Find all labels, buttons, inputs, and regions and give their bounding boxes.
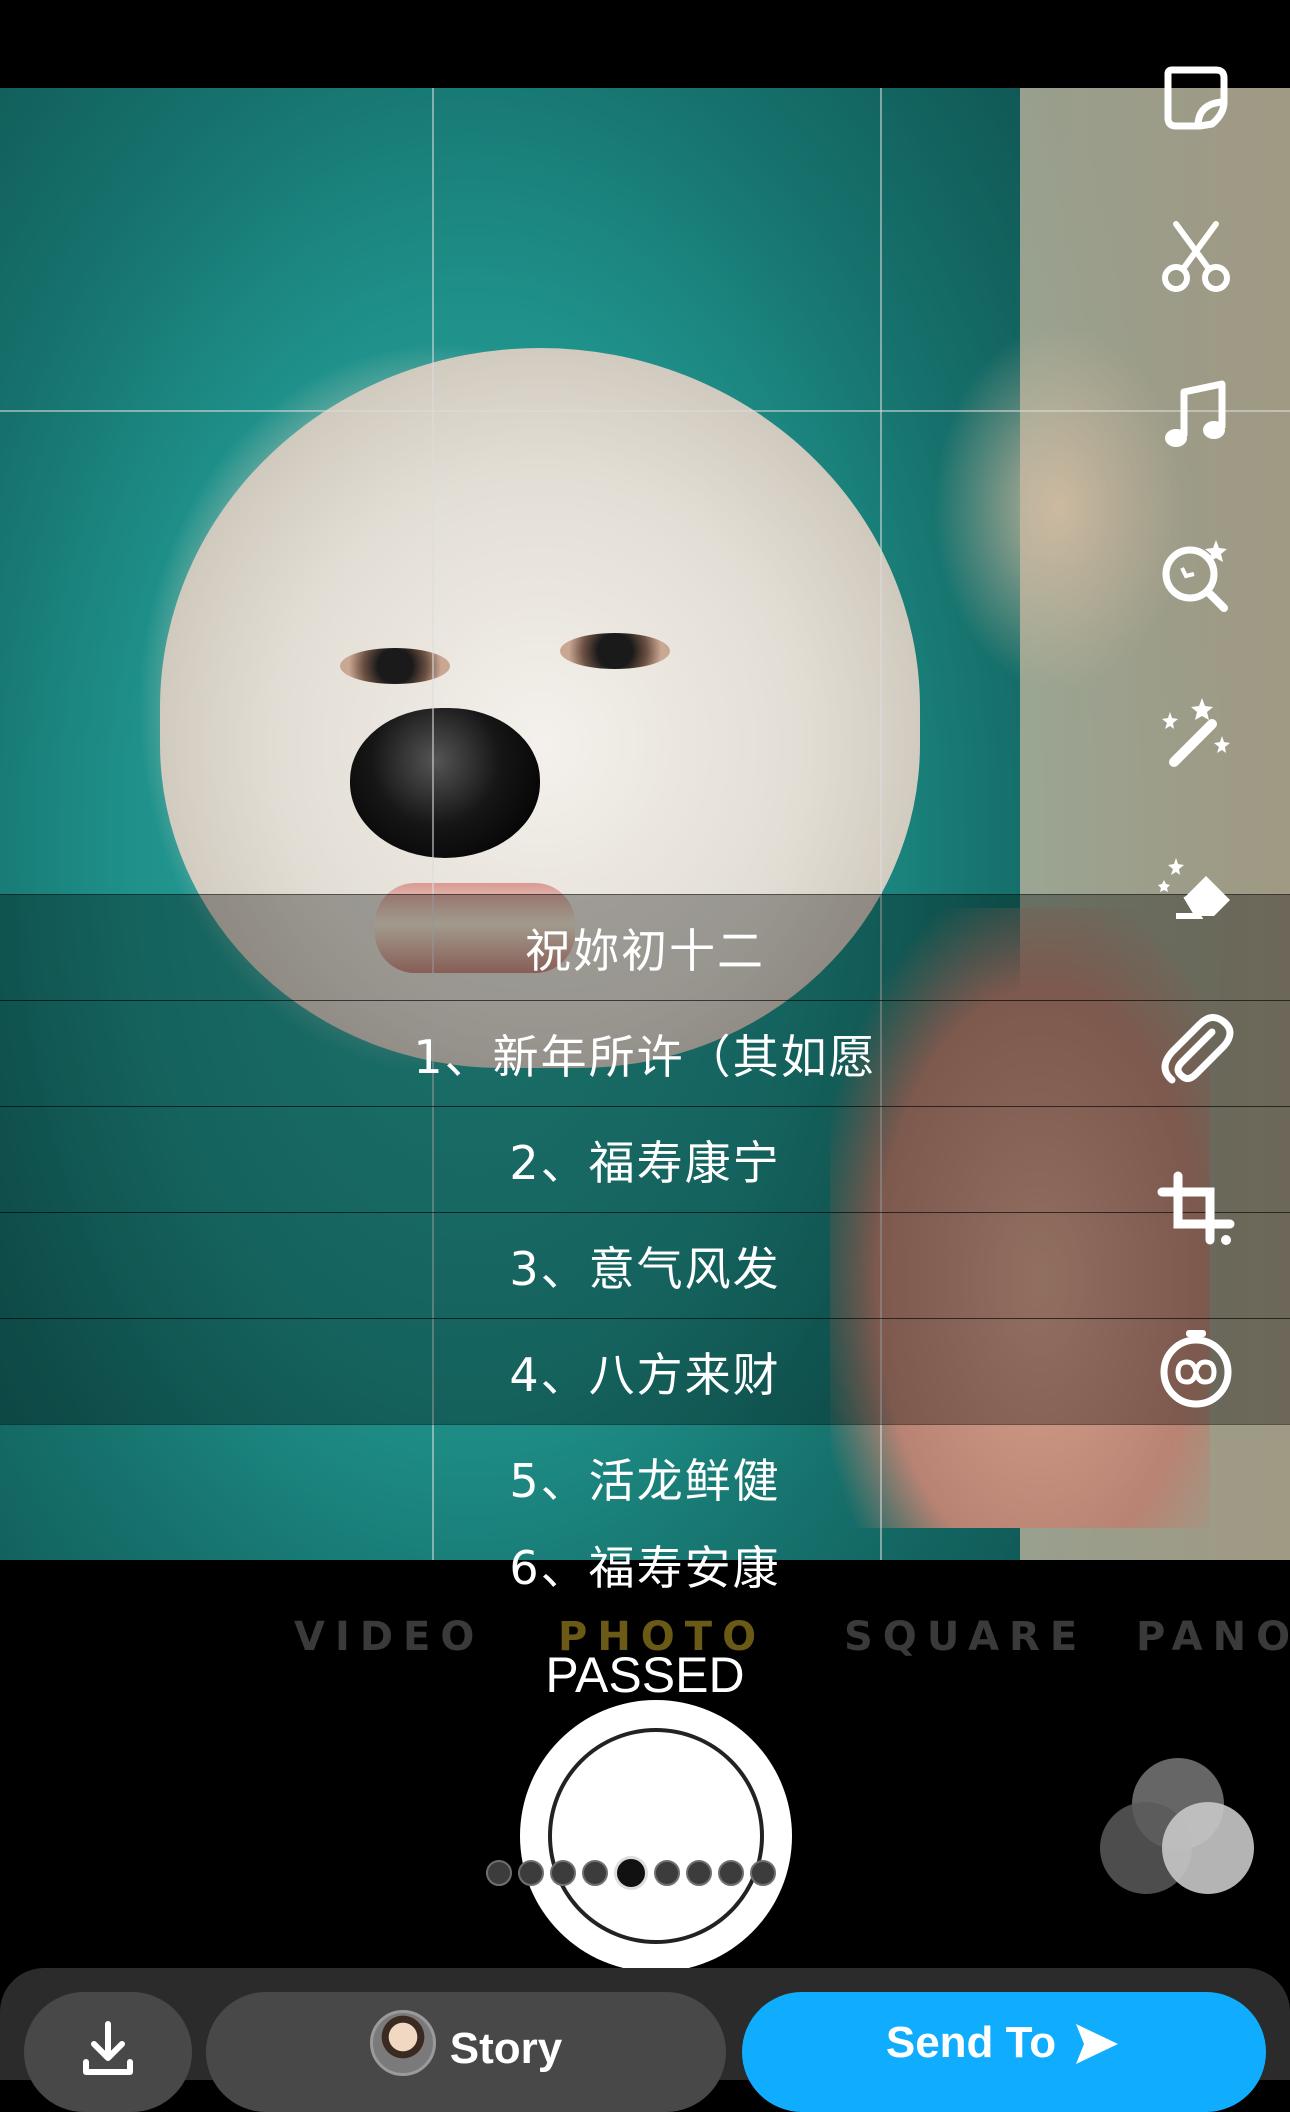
- caption-line[interactable]: 5、活龙鲜健: [0, 1424, 1290, 1531]
- caption-line[interactable]: 3、意气风发: [0, 1212, 1290, 1319]
- story-label: Story: [449, 2024, 563, 2073]
- carousel-dot: [686, 1860, 712, 1886]
- music-note-icon: [1165, 380, 1226, 447]
- carousel-dot: [750, 1860, 776, 1886]
- scissors-icon: [1162, 221, 1230, 292]
- crop-button[interactable]: [1150, 1164, 1242, 1256]
- paperclip-icon: [1161, 1014, 1234, 1084]
- caption-text: 1、新年所许（其如愿: [413, 1030, 877, 1084]
- caption-line[interactable]: 4、八方来财: [0, 1318, 1290, 1425]
- download-icon: [83, 2021, 133, 2075]
- caption-line[interactable]: 1、新年所许（其如愿: [0, 1000, 1290, 1107]
- caption-text: 5、活龙鲜健: [509, 1454, 781, 1508]
- timer-loop-icon: [1160, 1330, 1232, 1408]
- caption-text: 6、福寿安康: [509, 1541, 781, 1595]
- magic-wand-icon: [1162, 698, 1230, 767]
- dog-nose: [350, 708, 540, 858]
- scissors-button[interactable]: [1150, 212, 1242, 304]
- caption-text: 2、福寿康宁: [509, 1136, 781, 1190]
- avatar: [369, 2010, 436, 2076]
- lens-search-button[interactable]: [1150, 528, 1242, 620]
- filters-button[interactable]: [1100, 1758, 1256, 1898]
- carousel-dot: [654, 1860, 680, 1886]
- carousel-dot: [550, 1860, 576, 1886]
- caption-overlay[interactable]: 祝妳初十二 1、新年所许（其如愿 2、福寿康宁 3、意气风发 4、八方来财 5、…: [0, 894, 1290, 1595]
- music-button[interactable]: [1150, 370, 1242, 462]
- story-button[interactable]: Story: [206, 1992, 726, 2112]
- attach-link-button[interactable]: [1150, 1004, 1242, 1096]
- sticker-icon: [1164, 66, 1228, 130]
- carousel-dot: [486, 1860, 512, 1886]
- dog-right-eye: [560, 633, 670, 669]
- crop-icon: [1157, 1171, 1235, 1245]
- carousel-dot: [582, 1860, 608, 1886]
- caption-line[interactable]: 祝妳初十二: [0, 894, 1290, 1001]
- send-to-label: Send To: [885, 2018, 1057, 2067]
- carousel-dot-active: [614, 1856, 648, 1890]
- lens-search-icon: [1162, 540, 1228, 612]
- magic-eraser-icon: [1158, 858, 1230, 919]
- caption-line[interactable]: 2、福寿康宁: [0, 1106, 1290, 1213]
- timer-button[interactable]: [1150, 1322, 1242, 1414]
- capture-button[interactable]: [520, 1700, 792, 1972]
- caption-text: 祝妳初十二: [525, 924, 765, 978]
- capture-button-ring: [548, 1728, 764, 1944]
- arrow-right-icon: [1076, 2024, 1119, 2064]
- lens-carousel-indicator: [486, 1856, 776, 1890]
- send-to-button[interactable]: Send To: [742, 1992, 1266, 2112]
- caption-line[interactable]: 6、福寿安康: [0, 1530, 1290, 1600]
- status-passed-label: PASSED: [545, 1647, 745, 1703]
- carousel-dot: [518, 1860, 544, 1886]
- magic-wand-button[interactable]: [1150, 686, 1242, 778]
- carousel-dot: [718, 1860, 744, 1886]
- caption-text: 4、八方来财: [509, 1348, 781, 1402]
- caption-text: 3、意气风发: [509, 1242, 781, 1296]
- save-button[interactable]: [24, 1992, 192, 2112]
- grid-line-horizontal-1: [0, 410, 1290, 412]
- sticker-button[interactable]: [1150, 52, 1242, 144]
- magic-eraser-button[interactable]: [1150, 846, 1242, 938]
- filter-circle: [1162, 1802, 1254, 1894]
